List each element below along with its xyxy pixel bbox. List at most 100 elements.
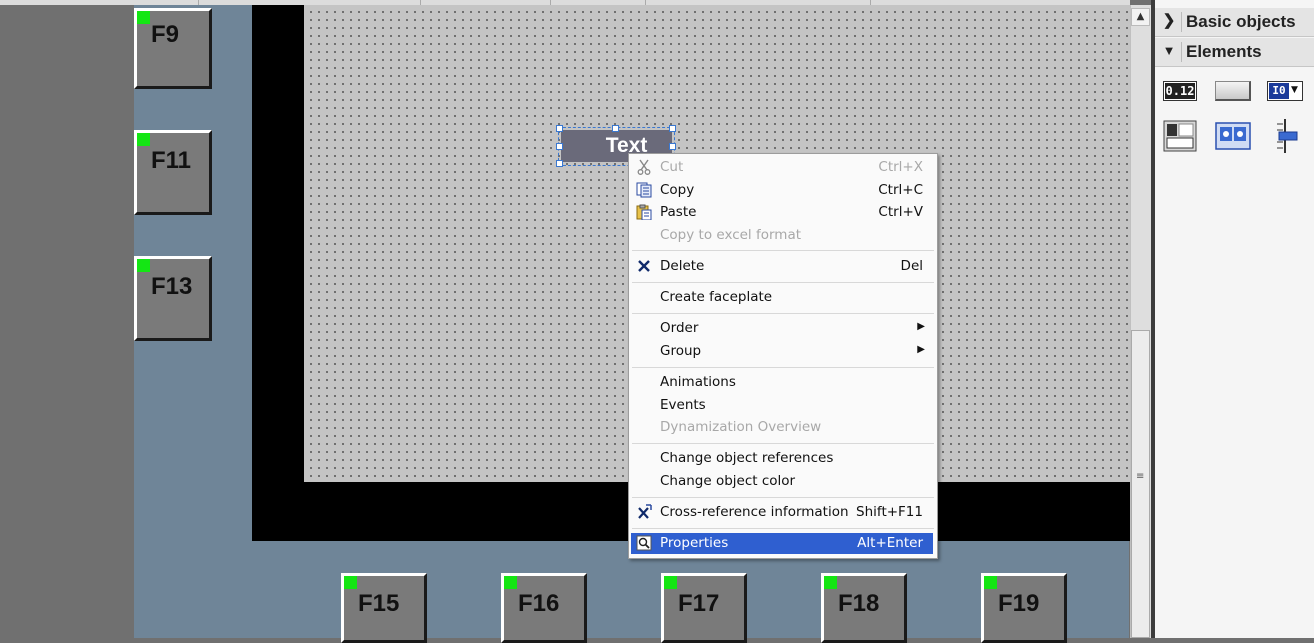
led-indicator	[137, 11, 150, 24]
menu-item-label: Dynamization Overview	[660, 419, 822, 435]
function-key-f17[interactable]: F17	[661, 573, 747, 643]
scissors-icon	[636, 159, 652, 175]
menu-item-order[interactable]: Order ▶	[631, 318, 933, 339]
slider-icon[interactable]	[1271, 118, 1299, 154]
menu-item-label: Cut	[660, 159, 684, 175]
menu-item-properties[interactable]: Properties Alt+Enter	[631, 533, 933, 554]
menu-item-label: Change object references	[660, 450, 834, 466]
dropdown-arrow-icon: ▼	[1291, 85, 1298, 95]
chevron-down-icon: ▼	[1162, 43, 1176, 58]
menu-item-cut[interactable]: Cut Ctrl+X	[631, 157, 933, 178]
graphic-io-field-icon[interactable]	[1215, 120, 1251, 152]
menu-separator	[632, 443, 934, 444]
toolbox-section-elements[interactable]: ▼ Elements	[1155, 38, 1314, 67]
menu-item-label: Order	[660, 320, 699, 336]
function-key-f9[interactable]: F9	[134, 8, 212, 89]
resize-handle[interactable]	[556, 160, 563, 167]
separator	[1181, 42, 1182, 62]
menu-item-copy[interactable]: Copy Ctrl+C	[631, 180, 933, 201]
io-field-icon-text: 0.12	[1165, 83, 1195, 99]
context-menu: Cut Ctrl+X Copy Ctrl+C Paste Ctrl+V Copy…	[628, 153, 938, 559]
function-key-label: F9	[151, 21, 180, 48]
menu-item-label: Create faceplate	[660, 289, 773, 305]
delete-icon	[636, 258, 652, 274]
function-key-f15[interactable]: F15	[341, 573, 427, 643]
menu-item-label: Copy	[660, 182, 695, 198]
section-title: Basic objects	[1186, 12, 1296, 31]
menu-separator	[632, 313, 934, 314]
symbolic-io-field-icon[interactable]: I0 ▼	[1267, 81, 1303, 101]
menu-separator	[632, 367, 934, 368]
separator	[1181, 12, 1182, 32]
scroll-up-button[interactable]: ▲	[1131, 8, 1150, 26]
menu-item-delete[interactable]: Delete Del	[631, 256, 933, 277]
menu-separator	[632, 282, 934, 283]
menu-separator	[632, 497, 934, 498]
menu-item-label: Group	[660, 343, 702, 359]
submenu-arrow-icon: ▶	[917, 344, 925, 355]
menu-item-label: Delete	[660, 258, 705, 274]
menu-item-animations[interactable]: Animations	[631, 372, 933, 393]
menu-item-shortcut: Del	[900, 258, 923, 274]
menu-separator	[632, 528, 934, 529]
menu-item-shortcut: Alt+Enter	[857, 535, 923, 551]
resize-handle[interactable]	[669, 125, 676, 132]
menu-item-label: Paste	[660, 204, 697, 220]
menu-item-label: Animations	[660, 374, 736, 390]
menu-item-change-object-references[interactable]: Change object references	[631, 448, 933, 469]
menu-item-label: Change object color	[660, 473, 796, 489]
scroll-thumb[interactable]: ≡	[1131, 330, 1150, 638]
led-indicator	[824, 576, 837, 589]
function-key-f19[interactable]: F19	[981, 573, 1067, 643]
menu-item-label: Events	[660, 397, 706, 413]
function-key-label: F18	[838, 590, 880, 617]
menu-item-create-faceplate[interactable]: Create faceplate	[631, 287, 933, 308]
switch-icon[interactable]	[1163, 120, 1197, 152]
menu-item-change-object-color[interactable]: Change object color	[631, 471, 933, 492]
left-gray-strip	[0, 0, 134, 638]
menu-item-label: Properties	[660, 535, 729, 551]
chevron-right-icon: ❯	[1162, 12, 1176, 29]
menu-item-shortcut: Shift+F11	[856, 504, 923, 520]
button-icon[interactable]	[1215, 81, 1251, 101]
function-key-label: F17	[678, 590, 720, 617]
menu-item-group[interactable]: Group ▶	[631, 341, 933, 362]
menu-item-shortcut: Ctrl+X	[878, 159, 923, 175]
paste-icon	[636, 204, 652, 221]
menu-item-label: Copy to excel format	[660, 227, 802, 243]
section-title: Elements	[1186, 42, 1262, 61]
function-key-f13[interactable]: F13	[134, 256, 212, 341]
submenu-arrow-icon: ▶	[917, 321, 925, 332]
properties-icon	[636, 535, 652, 551]
grip-icon: ≡	[1136, 471, 1145, 482]
cross-reference-icon	[636, 504, 652, 520]
function-key-f16[interactable]: F16	[501, 573, 587, 643]
symbolic-io-icon-text: I0	[1269, 83, 1289, 99]
led-indicator	[137, 133, 150, 146]
led-indicator	[504, 576, 517, 589]
resize-handle[interactable]	[669, 143, 676, 150]
function-key-label: F13	[151, 273, 193, 300]
led-indicator	[137, 259, 150, 272]
copy-icon	[636, 182, 652, 198]
menu-item-shortcut: Ctrl+V	[878, 204, 923, 220]
menu-item-shortcut: Ctrl+C	[878, 182, 923, 198]
function-key-label: F11	[151, 147, 192, 174]
menu-item-copy-to-excel[interactable]: Copy to excel format	[631, 225, 933, 246]
function-key-f18[interactable]: F18	[821, 573, 907, 643]
led-indicator	[984, 576, 997, 589]
menu-item-dynamization-overview[interactable]: Dynamization Overview	[631, 417, 933, 438]
resize-handle[interactable]	[612, 125, 619, 132]
menu-item-cross-reference[interactable]: Cross-reference information Shift+F11	[631, 502, 933, 523]
menu-item-paste[interactable]: Paste Ctrl+V	[631, 202, 933, 223]
menu-item-label: Cross-reference information	[660, 504, 849, 520]
toolbox-section-basic-objects[interactable]: ❯ Basic objects	[1155, 8, 1314, 37]
function-key-label: F16	[518, 590, 560, 617]
menu-item-events[interactable]: Events	[631, 395, 933, 416]
io-field-icon[interactable]: 0.12	[1163, 81, 1197, 101]
led-indicator	[664, 576, 677, 589]
resize-handle[interactable]	[556, 125, 563, 132]
resize-handle[interactable]	[556, 143, 563, 150]
menu-separator	[632, 250, 934, 251]
function-key-f11[interactable]: F11	[134, 130, 212, 215]
